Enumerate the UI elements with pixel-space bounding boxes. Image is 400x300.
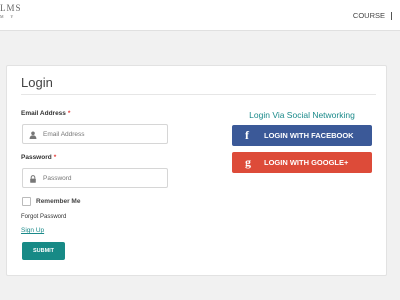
page-title: Login [21, 75, 53, 90]
google-login-label: LOGIN WITH GOOGLE+ [264, 158, 349, 167]
user-icon [29, 131, 37, 139]
password-label-text: Password [21, 154, 52, 161]
title-divider [21, 94, 376, 95]
social-login-heading: Login Via Social Networking [249, 110, 355, 120]
remember-me-label[interactable]: Remember Me [36, 198, 80, 205]
login-card: Login Email Address * Email Address Passw… [6, 65, 387, 276]
nav-course-link[interactable]: COURSE [353, 11, 385, 20]
email-field[interactable]: Email Address [22, 124, 168, 144]
required-mark: * [67, 110, 71, 117]
sign-up-link[interactable]: Sign Up [21, 227, 44, 234]
password-field[interactable]: Password [22, 168, 168, 188]
email-placeholder: Email Address [43, 131, 85, 138]
logo-subtext: M Y [0, 14, 17, 19]
forgot-password-link[interactable]: Forgot Password [21, 214, 66, 220]
remember-me-checkbox[interactable] [22, 197, 31, 206]
google-login-button[interactable]: g LOGIN WITH GOOGLE+ [232, 152, 372, 173]
password-placeholder: Password [43, 175, 72, 182]
submit-button[interactable]: SUBMIT [22, 242, 65, 260]
facebook-icon: f [245, 128, 249, 142]
facebook-login-label: LOGIN WITH FACEBOOK [264, 131, 354, 140]
facebook-login-button[interactable]: f LOGIN WITH FACEBOOK [232, 125, 372, 146]
lock-icon [30, 175, 36, 183]
google-plus-icon: g [245, 155, 251, 169]
email-label-text: Email Address [21, 110, 66, 117]
password-label: Password * [21, 154, 56, 161]
logo-text: LMS [0, 3, 22, 13]
nav-divider [391, 11, 392, 20]
main-nav: COURSE [353, 11, 392, 20]
email-label: Email Address * [21, 110, 70, 117]
top-navbar: LMS M Y COURSE [0, 0, 400, 31]
required-mark: * [53, 154, 57, 161]
